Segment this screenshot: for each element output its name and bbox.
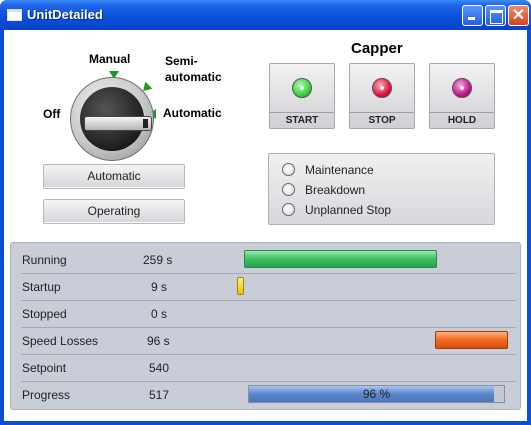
window-title: UnitDetailed bbox=[27, 7, 103, 22]
knob-pointer-icon bbox=[84, 116, 152, 131]
speed-losses-bar bbox=[435, 331, 508, 349]
stat-value: 259 s bbox=[143, 253, 173, 267]
start-button[interactable]: START bbox=[269, 63, 335, 129]
maximize-button[interactable] bbox=[485, 5, 506, 26]
close-icon: ✕ bbox=[511, 7, 526, 24]
running-bar bbox=[244, 250, 437, 268]
close-button[interactable]: ✕ bbox=[508, 5, 529, 26]
stat-value: 517 bbox=[149, 388, 170, 402]
stat-name: Stopped bbox=[22, 307, 67, 321]
unplanned-stop-radio[interactable] bbox=[282, 203, 295, 216]
minimize-button[interactable] bbox=[462, 5, 483, 26]
breakdown-radio[interactable] bbox=[282, 183, 295, 196]
maintenance-radio[interactable] bbox=[282, 163, 295, 176]
progress-bar: 96 % bbox=[248, 385, 505, 403]
knob-pointer-tip bbox=[143, 119, 148, 128]
minimize-icon bbox=[463, 6, 482, 25]
selector-label-semi-line1: Semi- bbox=[165, 54, 198, 68]
selector-label-off: Off bbox=[43, 107, 61, 121]
hold-button[interactable]: HOLD bbox=[429, 63, 495, 129]
stat-name: Progress bbox=[22, 388, 71, 402]
stat-row-progress: Progress 517 96 % bbox=[21, 382, 516, 409]
stop-led-icon bbox=[372, 78, 392, 98]
breakdown-label[interactable]: Breakdown bbox=[305, 183, 365, 197]
maximize-icon bbox=[486, 6, 505, 25]
startup-bar bbox=[237, 277, 244, 295]
progress-percent-text: 96 % bbox=[362, 387, 391, 401]
mode-status-button[interactable]: Automatic bbox=[43, 164, 185, 189]
stat-name: Startup bbox=[22, 280, 61, 294]
stat-value: 0 s bbox=[151, 307, 168, 321]
stop-button-label: STOP bbox=[350, 112, 414, 128]
start-led-icon bbox=[292, 78, 312, 98]
knob-center bbox=[80, 87, 152, 151]
unplanned-stop-label[interactable]: Unplanned Stop bbox=[305, 203, 391, 217]
stat-row-speed-losses: Speed Losses 96 s bbox=[21, 328, 516, 355]
title-bar[interactable]: UnitDetailed ✕ bbox=[0, 0, 531, 30]
selector-label-semi-line2: automatic bbox=[165, 70, 222, 84]
hold-led-icon bbox=[452, 78, 472, 98]
stat-row-startup: Startup 9 s bbox=[21, 274, 516, 301]
stat-row-stopped: Stopped 0 s bbox=[21, 301, 516, 328]
stop-button[interactable]: STOP bbox=[349, 63, 415, 129]
stat-value: 96 s bbox=[147, 334, 170, 348]
stop-reason-group: Maintenance Breakdown Unplanned Stop bbox=[268, 153, 495, 225]
window-icon bbox=[7, 9, 22, 21]
selector-label-automatic: Automatic bbox=[163, 106, 222, 120]
state-status-button[interactable]: Operating bbox=[43, 199, 185, 224]
stat-name: Setpoint bbox=[22, 361, 67, 375]
capper-title: Capper bbox=[351, 40, 403, 57]
mode-selector-knob[interactable] bbox=[70, 77, 154, 161]
stat-name: Speed Losses bbox=[22, 334, 99, 348]
maintenance-label[interactable]: Maintenance bbox=[305, 163, 374, 177]
stat-value: 9 s bbox=[151, 280, 168, 294]
hold-button-label: HOLD bbox=[430, 112, 494, 128]
stat-value: 540 bbox=[149, 361, 170, 375]
stat-name: Running bbox=[22, 253, 67, 267]
stat-row-running: Running 259 s bbox=[21, 247, 516, 274]
stats-panel: Running 259 s Startup 9 s Stopped 0 s Sp… bbox=[10, 242, 521, 410]
selector-label-manual: Manual bbox=[89, 52, 131, 66]
stat-row-setpoint: Setpoint 540 bbox=[21, 355, 516, 382]
start-button-label: START bbox=[270, 112, 334, 128]
